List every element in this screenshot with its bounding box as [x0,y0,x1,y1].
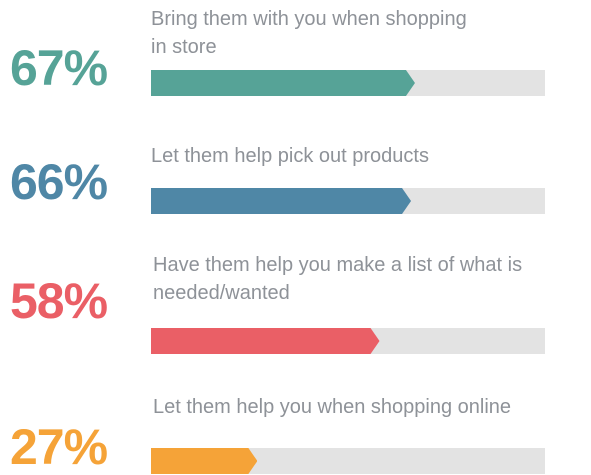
percent-label: 66% [10,154,108,210]
category-label-line-2: in store [151,36,217,58]
bar-track [151,448,545,474]
bar-track [151,70,545,96]
category-label-line-1: Have them help you make a list of what i… [153,254,523,276]
category-label-line-1: Bring them with you when shopping [151,8,467,30]
percent-label: 58% [10,273,108,329]
category-label-line-1: Let them help pick out products [151,145,429,167]
bar-fill [151,188,411,214]
bar-track [151,328,545,354]
survey-bar-chart: 67% Bring them with you when shopping in… [0,0,591,474]
percent-label: 67% [10,40,108,96]
percent-label: 27% [10,419,108,475]
bar-fill [151,448,257,474]
category-label-line-1: Let them help you when shopping online [153,396,512,418]
bar-fill [151,328,380,354]
bar-fill [151,70,415,96]
bar-track [151,188,545,214]
category-label-line-2: needed/wanted [153,282,290,304]
